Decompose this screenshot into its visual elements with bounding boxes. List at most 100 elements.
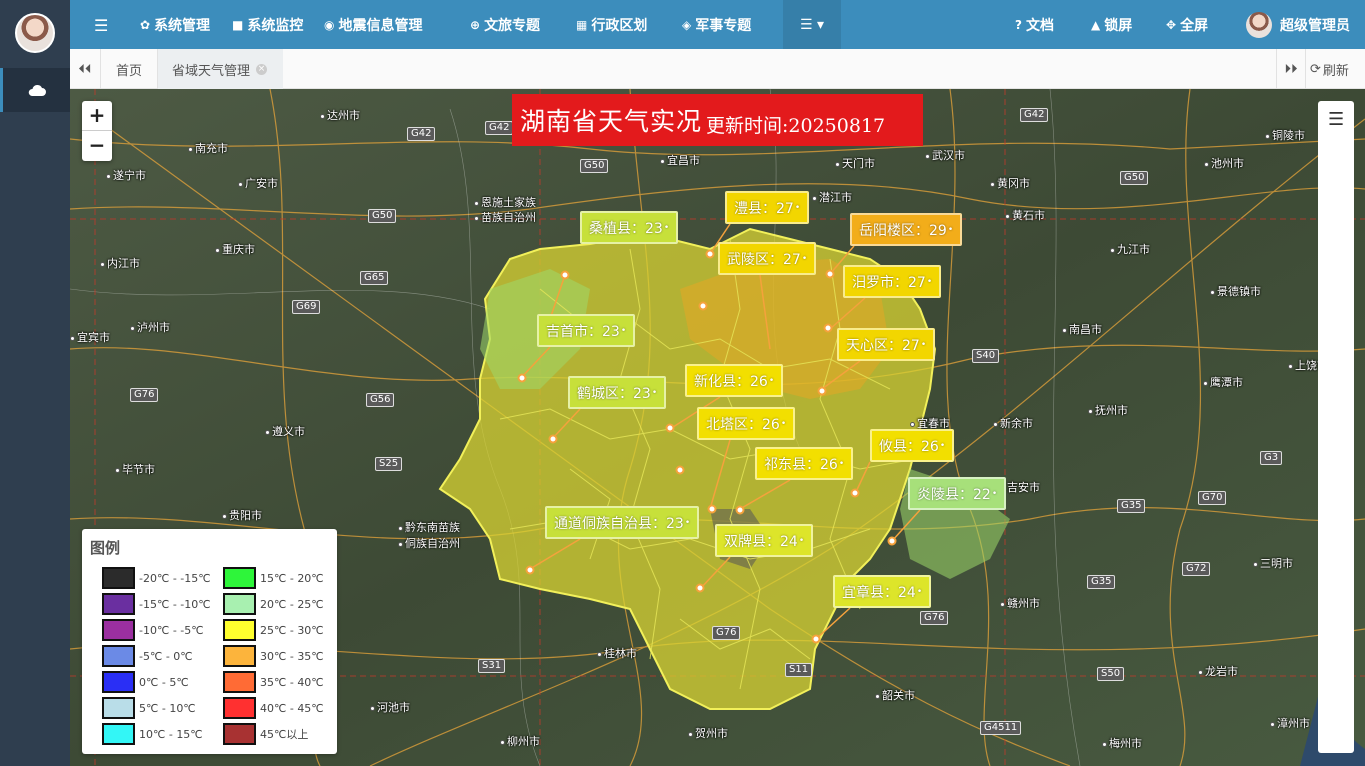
- city-dot-icon: [1005, 213, 1010, 219]
- nav-item-label: 系统管理: [154, 17, 211, 34]
- degree-dot-icon: •: [663, 222, 670, 233]
- highway-shield: G42: [1020, 108, 1049, 122]
- weather-station-label[interactable]: 双牌县：24 •: [715, 524, 814, 557]
- weather-station-label[interactable]: 攸县：26 •: [870, 429, 955, 462]
- highway-shield: G70: [1198, 491, 1227, 505]
- degree-dot-icon: •: [920, 339, 927, 350]
- city-dot-icon: [597, 651, 602, 657]
- weather-station-label[interactable]: 通道侗族自治县：23 •: [545, 506, 700, 539]
- nav-item-5[interactable]: ▦ 行政区划: [576, 0, 647, 49]
- zoom-in-button[interactable]: +: [82, 101, 112, 131]
- legend-item: -5℃ - 0℃: [102, 645, 193, 667]
- layer-switcher-panel[interactable]: ☰: [1318, 101, 1354, 753]
- weather-station-label[interactable]: 岳阳楼区：29 •: [850, 213, 963, 246]
- more-menu-button[interactable]: ☰ ▾: [783, 0, 841, 49]
- map-place-label: 恩施土家族: [474, 194, 536, 210]
- weather-station-label[interactable]: 炎陵县：22 •: [908, 477, 1007, 510]
- tab-home[interactable]: 首页: [101, 49, 157, 89]
- tab-bar: ⏴⏴ 首页 省域天气管理 × ⏵⏵ ⟳ 刷新: [70, 49, 1365, 89]
- city-dot-icon: [835, 161, 840, 167]
- degree-dot-icon: •: [947, 224, 954, 235]
- weather-station-label[interactable]: 汨罗市：27 •: [843, 265, 942, 298]
- degree-dot-icon: •: [620, 325, 627, 336]
- nav-item-4[interactable]: ⊕ 文旅专题: [470, 0, 540, 49]
- map-place-label: 武汉市: [925, 147, 965, 163]
- menu-icon[interactable]: ☰: [1328, 109, 1344, 130]
- map-place-label: 贺州市: [688, 725, 728, 741]
- degree-dot-icon: •: [939, 440, 946, 451]
- map-title-banner: 湖南省天气实况 更新时间:20250817: [512, 94, 923, 146]
- tab-scroll-right-button[interactable]: ⏵⏵: [1277, 49, 1305, 89]
- zoom-out-button[interactable]: −: [82, 131, 112, 161]
- city-dot-icon: [1265, 133, 1270, 139]
- weather-station-label[interactable]: 新化县：26 •: [685, 364, 784, 397]
- weather-station-label[interactable]: 武陵区：27 •: [718, 242, 817, 275]
- city-dot-icon: [875, 693, 880, 699]
- city-dot-icon: [688, 731, 693, 737]
- city-dot-icon: [1198, 669, 1203, 675]
- tab-close-icon[interactable]: ×: [256, 63, 268, 75]
- nav-item-3[interactable]: ◉ 地震信息管理: [324, 0, 422, 49]
- sidebar-item-weather[interactable]: [0, 68, 70, 112]
- weather-station-label[interactable]: 桑植县：23 •: [580, 211, 679, 244]
- city-dot-icon: [812, 195, 817, 201]
- bank-icon: ▦: [576, 17, 588, 32]
- topbar-right-item-1[interactable]: ? 文档: [1015, 0, 1054, 49]
- nav-item-label: 文旅专题: [484, 17, 541, 34]
- topbar-right-item-3[interactable]: ✥ 全屏: [1166, 0, 1208, 49]
- refresh-icon: ⟳: [1310, 61, 1321, 77]
- highway-shield: G50: [580, 159, 609, 173]
- map-place-label: 梅州市: [1102, 735, 1142, 751]
- city-dot-icon: [1102, 741, 1107, 747]
- legend-swatch: [223, 567, 256, 589]
- map-place-label: 遂宁市: [106, 167, 146, 183]
- map-place-label: 黄石市: [1005, 207, 1045, 223]
- city-dot-icon: [925, 153, 930, 159]
- topbar-right-label: 锁屏: [1104, 17, 1133, 34]
- legend-swatch: [102, 697, 135, 719]
- nav-item-label: 系统监控: [247, 17, 304, 34]
- topbar-right-item-4[interactable]: 超级管理员: [1246, 0, 1350, 49]
- weather-station-label[interactable]: 吉首市：23 •: [537, 314, 636, 347]
- map-place-label: 九江市: [1110, 241, 1150, 257]
- legend-swatch: [223, 645, 256, 667]
- hamburger-icon[interactable]: ☰: [94, 16, 108, 35]
- weather-map[interactable]: 达州市 南充市 遂宁市 广安市 宜昌市 恩施土家族 苗族自治州 天门市 武汉市 潜江市 黄冈市 黄石市…: [70, 89, 1365, 766]
- legend-swatch: [102, 723, 135, 745]
- nav-item-6[interactable]: ◈ 军事专题: [682, 0, 751, 49]
- highway-shield: G76: [130, 388, 159, 402]
- weather-station-label[interactable]: 鹤城区：23 •: [568, 376, 667, 409]
- legend-item: -10℃ - -5℃: [102, 619, 204, 641]
- map-place-label: 黄冈市: [990, 175, 1030, 191]
- legend-swatch: [223, 619, 256, 641]
- map-place-label: 景德镇市: [1210, 283, 1261, 299]
- topbar-right-label: 文档: [1025, 17, 1054, 34]
- highway-shield: S50: [1097, 667, 1125, 681]
- topbar-right-label: 全屏: [1180, 17, 1209, 34]
- weather-station-label[interactable]: 祁东县：26 •: [755, 447, 854, 480]
- map-place-label: 苗族自治州: [474, 209, 536, 225]
- weather-station-label[interactable]: 北塔区：26 •: [697, 407, 796, 440]
- highway-shield: G56: [366, 393, 395, 407]
- refresh-button[interactable]: ⟳ 刷新: [1310, 49, 1365, 89]
- legend-swatch: [223, 593, 256, 615]
- nav-item-1[interactable]: ✿ 系统管理: [140, 0, 210, 49]
- highway-shield: G76: [920, 611, 949, 625]
- tab-weather-management[interactable]: 省域天气管理 ×: [158, 49, 283, 89]
- weather-station-label[interactable]: 宜章县：24 •: [833, 575, 932, 608]
- weather-station-label[interactable]: 天心区：27 •: [837, 328, 936, 361]
- legend-swatch: [102, 567, 135, 589]
- map-place-label: 鹰潭市: [1203, 374, 1243, 390]
- nav-item-label: 军事专题: [695, 17, 752, 34]
- top-navbar: ☰ ✿ 系统管理 ■ 系统监控 ◉ 地震信息管理 ⊕ 文旅专题 ▦ 行政区划 ◈ 军事专题 ☰ ▾ ?…: [70, 0, 1365, 49]
- map-place-label: 南充市: [188, 140, 228, 156]
- nav-item-2[interactable]: ■ 系统监控: [232, 0, 303, 49]
- map-place-label: 达州市: [320, 107, 360, 123]
- sidebar-avatar[interactable]: [15, 13, 55, 53]
- tab-scroll-left-button[interactable]: ⏴⏴: [70, 49, 100, 89]
- city-dot-icon: [474, 215, 479, 221]
- topbar-right-item-2[interactable]: ▲ 锁屏: [1091, 0, 1132, 49]
- weather-station-label[interactable]: 澧县：27 •: [725, 191, 810, 224]
- legend-swatch: [223, 697, 256, 719]
- city-dot-icon: [1062, 327, 1067, 333]
